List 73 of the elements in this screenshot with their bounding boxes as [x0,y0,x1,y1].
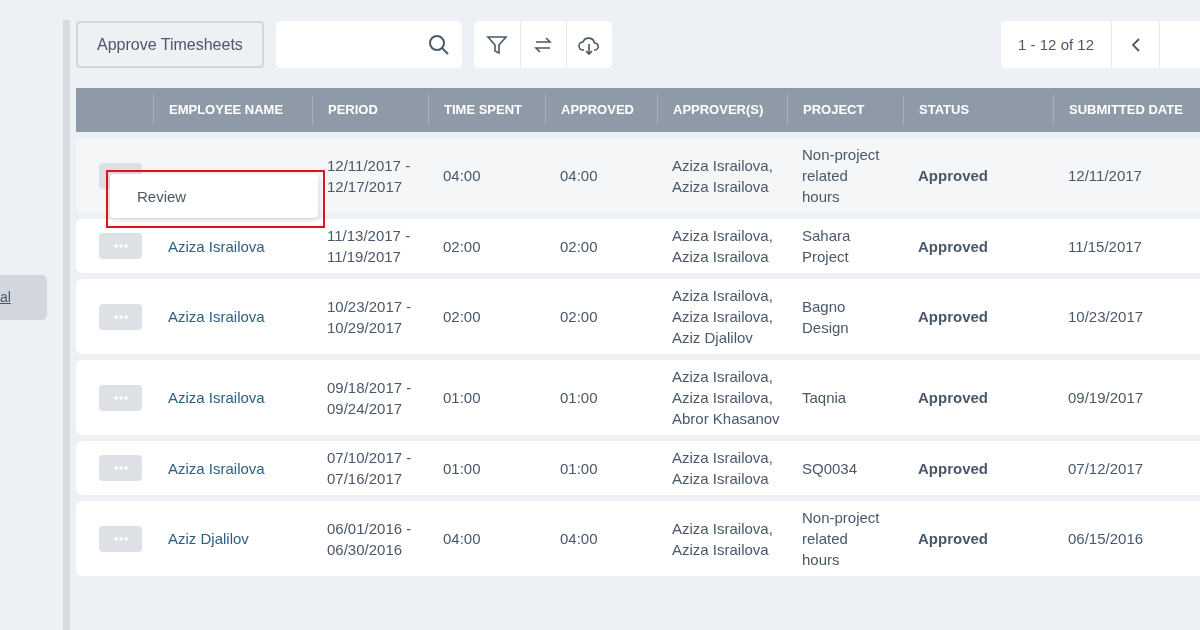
time-cell: 02:00 [443,237,481,255]
project-cell-text: Sahara Project [802,226,852,267]
sidebar-item[interactable]: al [0,275,47,320]
ellipsis-icon [113,314,128,319]
project-cell-text: Non-project related hours [802,145,881,207]
search-icon [427,33,450,56]
page-range: 1 - 12 of 12 [1001,21,1112,68]
chevron-left-icon [1130,37,1141,52]
submitted-date-cell: 12/11/2017 [1068,167,1142,184]
period-cell: 07/10/2017 - 07/16/2017 [327,449,412,487]
time-cell: 04:00 [443,167,481,184]
ellipsis-icon [113,536,128,541]
status-cell: Approved [918,237,988,255]
more-button[interactable] [99,303,142,330]
employee-link[interactable]: Aziza Israilova [168,308,265,325]
column-header: EMPLOYEE NAME [153,95,312,125]
project-cell-text: Non-project related hours [802,508,881,570]
column-header: TIME SPENT [428,95,545,125]
more-button[interactable] [99,384,142,411]
time-cell: 04:00 [443,530,481,547]
more-button[interactable] [99,525,142,552]
approved-time-cell: 01:00 [560,459,598,477]
status-cell: Approved [918,167,988,184]
approved-time-cell: 01:00 [560,389,598,406]
column-header: SUBMITTED DATE [1053,95,1200,125]
approved-time-cell: 02:00 [560,237,598,255]
employee-link[interactable]: Aziz Djalilov [168,530,249,547]
status-cell: Approved [918,530,988,547]
project-cell-text: Bagno Design [802,296,850,338]
approvers-cell: Aziza Israilova, Aziza Israilova [672,449,773,487]
ellipsis-icon [113,395,128,400]
time-cell: 01:00 [443,459,481,477]
period-cell: 12/11/2017 - 12/17/2017 [327,156,411,195]
column-header: PROJECT [787,95,903,125]
approve-timesheets-button[interactable]: Approve Timesheets [76,21,264,68]
approvers-cell: Aziza Israilova, Aziza Israilova [672,227,773,265]
ellipsis-icon [113,466,128,470]
search-field[interactable] [275,21,462,68]
submitted-date-cell: 10/23/2017 [1068,308,1144,325]
approvers-cell: Aziza Israilova, Aziza Israilova, Abror Khasanov [672,368,780,427]
period-cell: 11/13/2017 - 11/19/2017 [327,227,411,265]
submitted-date-cell: 09/19/2017 [1068,389,1144,406]
project-cell-text: Taqnia [802,388,848,408]
approvers-cell: Aziza Israilova, Aziza Israilova [672,156,773,195]
approvers-cell: Aziza Israilova, Aziza Israilova [672,519,773,558]
period-cell: 10/23/2017 - 10/29/2017 [327,297,412,336]
column-header: APPROVER(S) [657,95,787,125]
approved-time-cell: 04:00 [560,530,598,547]
column-header: STATUS [903,95,1053,125]
status-cell: Approved [918,308,988,325]
column-header: PERIOD [312,95,428,125]
submitted-date-cell: 11/15/2017 [1068,237,1142,255]
menu-item[interactable]: Review [110,184,318,208]
filter-icon [485,33,508,56]
ellipsis-icon [113,244,128,248]
column-header: APPROVED [545,95,657,125]
more-button[interactable] [99,455,142,481]
approved-time-cell: 04:00 [560,167,598,184]
time-cell: 02:00 [443,308,481,325]
submitted-date-cell: 07/12/2017 [1068,459,1144,477]
more-button[interactable] [99,233,142,259]
period-cell: 09/18/2017 - 09/24/2017 [327,378,412,417]
approved-time-cell: 02:00 [560,308,598,325]
status-cell: Approved [918,459,988,477]
project-cell-text: SQ0034 [802,458,859,479]
employee-link[interactable]: Aziza Israilova [168,237,265,255]
employee-link[interactable]: Aziza Israilova [168,389,265,406]
status-cell: Approved [918,389,988,406]
approvers-cell: Aziza Israilova, Aziza Israilova, Aziz Djalilov [672,287,773,346]
period-cell: 06/01/2016 - 06/30/2016 [327,519,412,558]
employee-link[interactable]: Aziza Israilova [168,459,265,477]
time-cell: 01:00 [443,389,481,406]
submitted-date-cell: 06/15/2016 [1068,530,1144,547]
